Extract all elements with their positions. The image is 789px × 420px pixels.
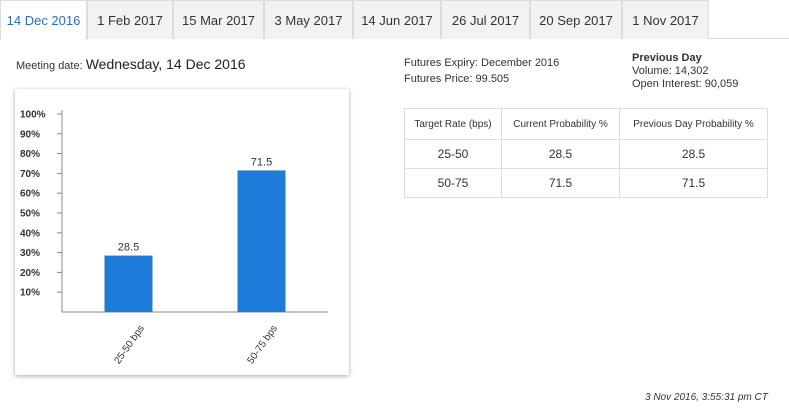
meeting-date-value: Wednesday, 14 Dec 2016 xyxy=(85,56,246,72)
tab-3-may-2017[interactable]: 3 May 2017 xyxy=(264,0,353,39)
meeting-date: Meeting date: Wednesday, 14 Dec 2016 xyxy=(16,56,246,72)
tab-14-dec-2016[interactable]: 14 Dec 2016 xyxy=(0,0,87,40)
y-tick-label: 20% xyxy=(20,268,40,279)
cell-current-probability: 71.5 xyxy=(501,168,620,198)
header-target-rate: Target Rate (bps) xyxy=(404,108,502,140)
bar xyxy=(104,255,153,312)
y-tick-label: 10% xyxy=(20,288,40,299)
y-tick-label: 40% xyxy=(20,228,40,239)
y-tick-label: 80% xyxy=(20,149,40,160)
meeting-date-tabs: 14 Dec 2016 1 Feb 2017 15 Mar 2017 3 May… xyxy=(0,0,789,40)
table-row: 50-75 71.5 71.5 xyxy=(404,168,768,198)
table-row: 25-50 28.5 28.5 xyxy=(404,139,768,169)
bar-data-label: 28.5 xyxy=(118,242,139,254)
header-current-probability: Current Probability % xyxy=(501,108,620,140)
cell-target-rate: 50-75 xyxy=(404,168,502,198)
y-tick-label: 100% xyxy=(20,110,46,121)
probability-chart: 10% 20% 30% 40% 50% 60% 70% 80% 90% 100% 28.5 25-50… xyxy=(15,89,349,375)
tab-14-jun-2017[interactable]: 14 Jun 2017 xyxy=(353,0,441,39)
table-header-row: Target Rate (bps) Current Probability % … xyxy=(404,108,768,140)
bar-data-label: 71.5 xyxy=(251,156,272,168)
x-category-label: 25-50 bps xyxy=(112,323,147,366)
previous-day-info: Previous Day Volume: 14,302 Open Interes… xyxy=(632,52,738,91)
tab-15-mar-2017[interactable]: 15 Mar 2017 xyxy=(173,0,264,39)
header-previous-day-probability: Previous Day Probability % xyxy=(619,108,768,140)
previous-day-volume: Volume: 14,302 xyxy=(632,65,709,77)
y-tick-label: 70% xyxy=(20,169,40,180)
probability-table: Target Rate (bps) Current Probability % … xyxy=(404,108,768,198)
tab-1-feb-2017[interactable]: 1 Feb 2017 xyxy=(87,0,173,39)
tab-1-nov-2017[interactable]: 1 Nov 2017 xyxy=(622,0,709,39)
bar xyxy=(237,170,286,312)
x-category-label: 50-75 bps xyxy=(245,323,280,366)
cell-previous-day-probability: 71.5 xyxy=(619,168,768,198)
probability-chart-svg: 10% 20% 30% 40% 50% 60% 70% 80% 90% 100% 28.5 25-50… xyxy=(20,110,328,366)
tab-26-jul-2017[interactable]: 26 Jul 2017 xyxy=(441,0,530,39)
previous-day-title: Previous Day xyxy=(632,52,702,64)
cell-target-rate: 25-50 xyxy=(404,139,502,169)
y-tick-label: 30% xyxy=(20,248,40,259)
y-tick-label: 90% xyxy=(20,129,40,140)
y-tick-label: 60% xyxy=(20,189,40,200)
tab-20-sep-2017[interactable]: 20 Sep 2017 xyxy=(530,0,622,39)
futures-expiry: Futures Expiry: December 2016 xyxy=(404,57,560,69)
y-tick-label: 50% xyxy=(20,209,40,220)
meeting-date-label: Meeting date: xyxy=(16,60,83,72)
previous-day-open-interest: Open Interest: 90,059 xyxy=(632,78,739,90)
timestamp: 3 Nov 2016, 3:55:31 pm CT xyxy=(645,392,768,403)
futures-info: Futures Expiry: December 2016 Futures Pr… xyxy=(404,55,559,87)
futures-price: Futures Price: 99.505 xyxy=(404,73,510,85)
cell-current-probability: 28.5 xyxy=(501,139,620,169)
cell-previous-day-probability: 28.5 xyxy=(619,139,768,169)
